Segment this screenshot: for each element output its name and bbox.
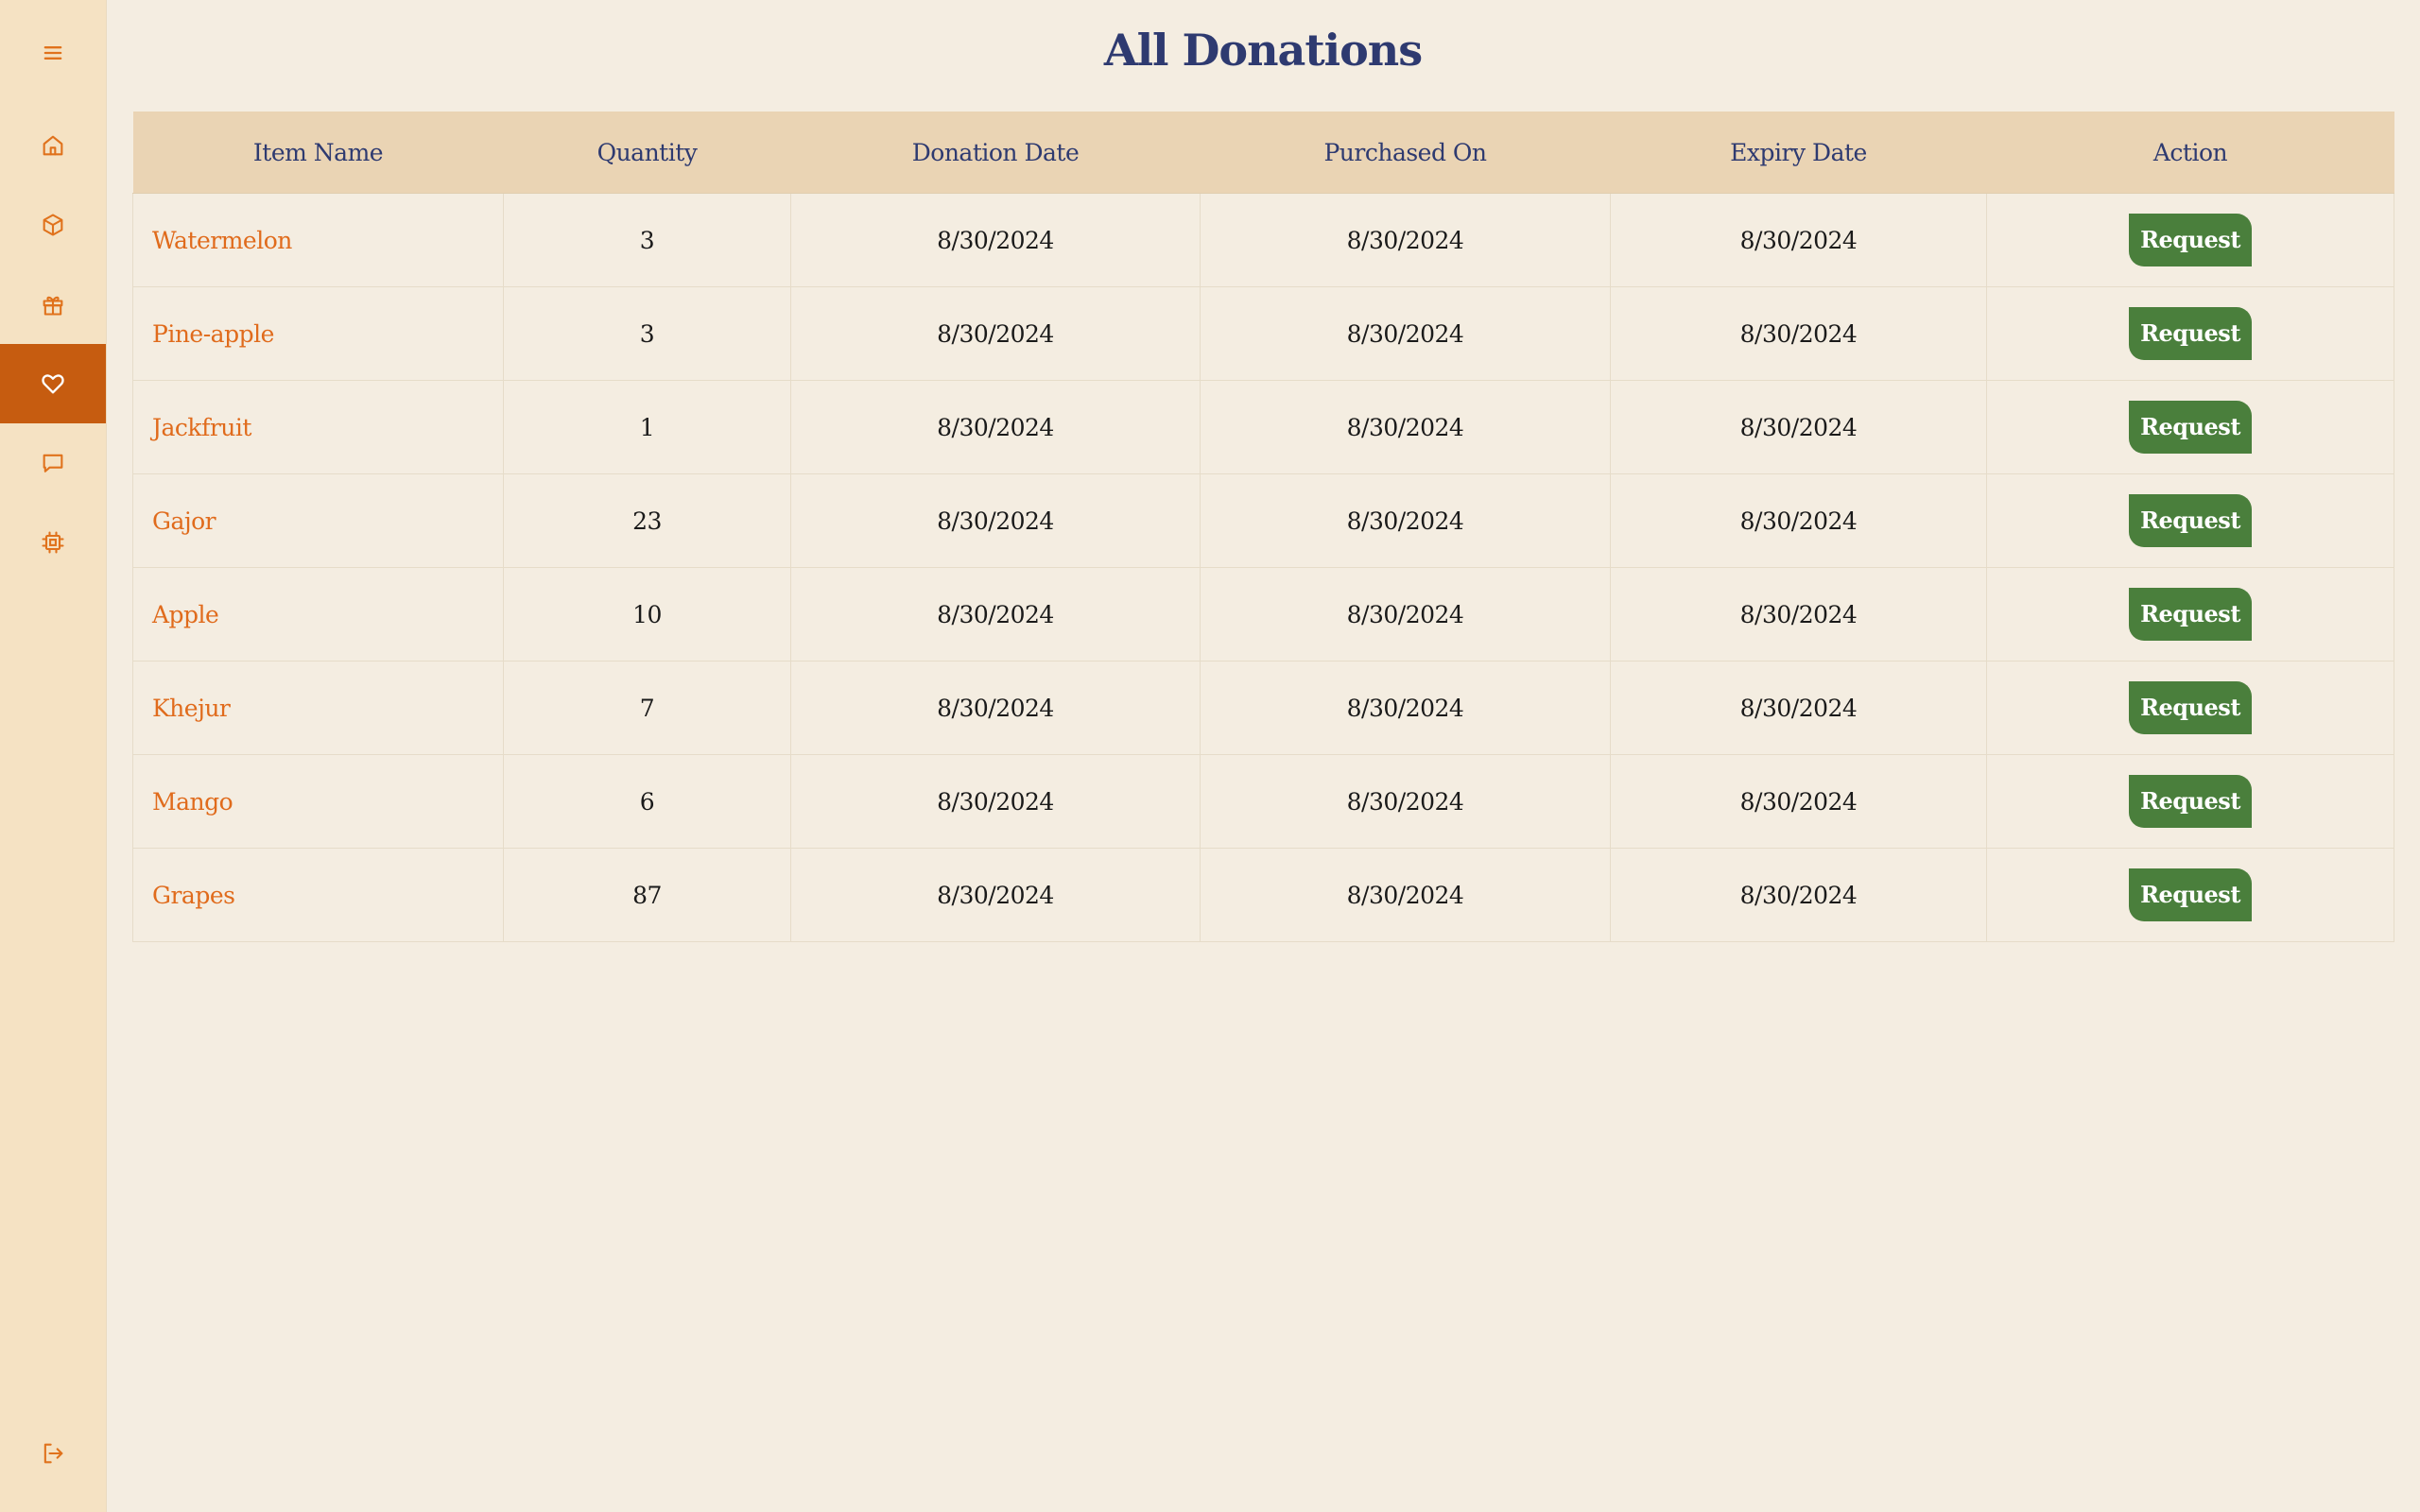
action-cell: Request	[1986, 286, 2394, 381]
expiry-date-cell: 8/30/2024	[1610, 848, 1987, 942]
heart-icon	[42, 374, 64, 394]
expiry-date-cell: 8/30/2024	[1610, 567, 1987, 662]
item-name-cell: Gajor	[132, 473, 504, 568]
chip-icon	[42, 531, 64, 554]
request-button[interactable]: Request	[2129, 401, 2252, 454]
item-name-cell: Mango	[132, 754, 504, 849]
item-name-cell: Khejur	[132, 661, 504, 755]
quantity-cell: 7	[503, 661, 791, 755]
action-cell: Request	[1986, 380, 2394, 474]
logout-button[interactable]	[0, 1414, 106, 1493]
action-cell: Request	[1986, 754, 2394, 849]
table-header-row: Item Name Quantity Donation Date Purchas…	[132, 112, 2394, 194]
expiry-date-cell: 8/30/2024	[1610, 661, 1987, 755]
table-row: Gajor 23 8/30/2024 8/30/2024 8/30/2024 R…	[132, 473, 2394, 568]
menu-button[interactable]	[0, 13, 106, 93]
request-button[interactable]: Request	[2129, 494, 2252, 547]
header-action: Action	[1986, 112, 2394, 194]
table-row: Pine-apple 3 8/30/2024 8/30/2024 8/30/20…	[132, 286, 2394, 381]
sidebar	[0, 0, 107, 1512]
box-icon	[43, 214, 63, 236]
expiry-date-cell: 8/30/2024	[1610, 473, 1987, 568]
table-row: Grapes 87 8/30/2024 8/30/2024 8/30/2024 …	[132, 848, 2394, 942]
purchased-on-cell: 8/30/2024	[1200, 473, 1611, 568]
quantity-cell: 1	[503, 380, 791, 474]
item-name-cell: Pine-apple	[132, 286, 504, 381]
purchased-on-cell: 8/30/2024	[1200, 286, 1611, 381]
expiry-date-cell: 8/30/2024	[1610, 286, 1987, 381]
request-button[interactable]: Request	[2129, 307, 2252, 360]
header-purchased-on: Purchased On	[1200, 112, 1611, 194]
table-row: Apple 10 8/30/2024 8/30/2024 8/30/2024 R…	[132, 567, 2394, 662]
gift-icon	[43, 296, 63, 316]
main-content: All Donations Item Name Quantity Donatio…	[106, 0, 2420, 1512]
action-cell: Request	[1986, 193, 2394, 287]
purchased-on-cell: 8/30/2024	[1200, 380, 1611, 474]
donation-date-cell: 8/30/2024	[790, 380, 1201, 474]
nav-item-inventory[interactable]	[0, 185, 106, 265]
chat-icon	[43, 454, 63, 472]
purchased-on-cell: 8/30/2024	[1200, 661, 1611, 755]
request-button[interactable]: Request	[2129, 681, 2252, 734]
quantity-cell: 10	[503, 567, 791, 662]
request-button[interactable]: Request	[2129, 868, 2252, 921]
expiry-date-cell: 8/30/2024	[1610, 380, 1987, 474]
donation-date-cell: 8/30/2024	[790, 661, 1201, 755]
donations-table: Item Name Quantity Donation Date Purchas…	[132, 112, 2394, 942]
header-item-name: Item Name	[132, 112, 504, 194]
item-name-cell: Grapes	[132, 848, 504, 942]
table-row: Jackfruit 1 8/30/2024 8/30/2024 8/30/202…	[132, 380, 2394, 474]
table-row: Mango 6 8/30/2024 8/30/2024 8/30/2024 Re…	[132, 754, 2394, 849]
menu-icon	[43, 46, 62, 60]
expiry-date-cell: 8/30/2024	[1610, 193, 1987, 287]
header-expiry-date: Expiry Date	[1610, 112, 1987, 194]
nav-item-messages[interactable]	[0, 423, 106, 503]
nav-item-system[interactable]	[0, 503, 106, 582]
purchased-on-cell: 8/30/2024	[1200, 567, 1611, 662]
nav-item-donations[interactable]	[0, 344, 106, 423]
nav-item-home[interactable]	[0, 106, 106, 185]
quantity-cell: 23	[503, 473, 791, 568]
header-donation-date: Donation Date	[790, 112, 1201, 194]
donation-date-cell: 8/30/2024	[790, 286, 1201, 381]
item-name-cell: Watermelon	[132, 193, 504, 287]
donation-date-cell: 8/30/2024	[790, 567, 1201, 662]
item-name-cell: Apple	[132, 567, 504, 662]
table-row: Khejur 7 8/30/2024 8/30/2024 8/30/2024 R…	[132, 661, 2394, 755]
donation-date-cell: 8/30/2024	[790, 754, 1201, 849]
quantity-cell: 3	[503, 286, 791, 381]
request-button[interactable]: Request	[2129, 588, 2252, 641]
nav-item-gifts[interactable]	[0, 265, 106, 344]
logout-icon	[43, 1443, 63, 1464]
header-quantity: Quantity	[503, 112, 791, 194]
home-icon	[43, 135, 63, 156]
donation-date-cell: 8/30/2024	[790, 473, 1201, 568]
purchased-on-cell: 8/30/2024	[1200, 848, 1611, 942]
expiry-date-cell: 8/30/2024	[1610, 754, 1987, 849]
request-button[interactable]: Request	[2129, 214, 2252, 266]
item-name-cell: Jackfruit	[132, 380, 504, 474]
table-row: Watermelon 3 8/30/2024 8/30/2024 8/30/20…	[132, 193, 2394, 287]
request-button[interactable]: Request	[2129, 775, 2252, 828]
page-title: All Donations	[1103, 25, 1423, 76]
action-cell: Request	[1986, 661, 2394, 755]
action-cell: Request	[1986, 567, 2394, 662]
quantity-cell: 6	[503, 754, 791, 849]
action-cell: Request	[1986, 848, 2394, 942]
donation-date-cell: 8/30/2024	[790, 193, 1201, 287]
donation-date-cell: 8/30/2024	[790, 848, 1201, 942]
quantity-cell: 87	[503, 848, 791, 942]
purchased-on-cell: 8/30/2024	[1200, 754, 1611, 849]
purchased-on-cell: 8/30/2024	[1200, 193, 1611, 287]
action-cell: Request	[1986, 473, 2394, 568]
quantity-cell: 3	[503, 193, 791, 287]
